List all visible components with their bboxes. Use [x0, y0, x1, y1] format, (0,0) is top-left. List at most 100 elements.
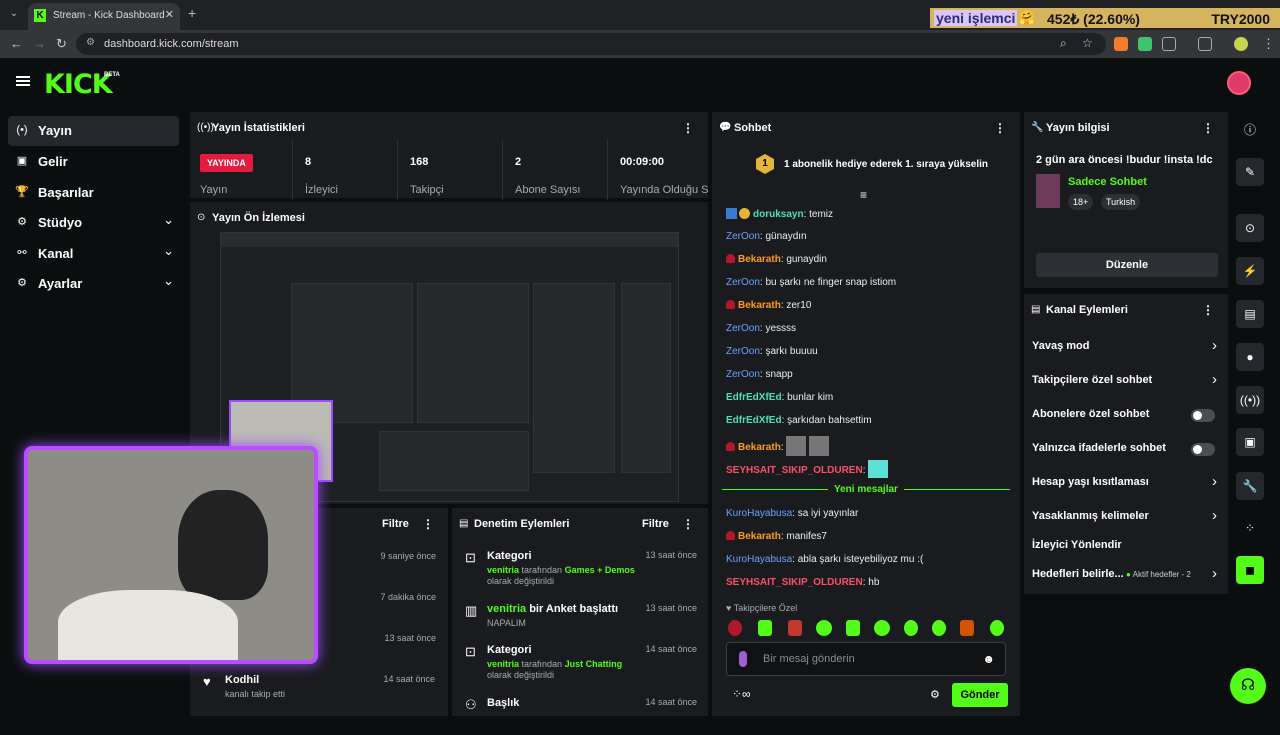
studio-icon: ⚙ — [17, 216, 27, 228]
subscriber-chat-toggle[interactable] — [1191, 409, 1215, 422]
rail-edit[interactable]: ✎ — [1232, 158, 1268, 188]
emoji-icon[interactable]: ☻ — [982, 652, 995, 666]
action-account-age[interactable]: Hesap yaşı kısıtlaması › — [1032, 472, 1217, 494]
more-icon[interactable]: ⋮ — [994, 121, 1006, 135]
close-icon[interactable]: ✕ — [165, 8, 174, 21]
action-raid[interactable]: İzleyici Yönlendir — [1032, 535, 1217, 557]
action-follower-chat[interactable]: Takipçilere özel sohbet › — [1032, 370, 1217, 392]
bookmark-star-icon[interactable]: ☆ — [1082, 36, 1093, 50]
microphone-icon[interactable] — [739, 651, 747, 667]
tab-title: Stream - Kick Dashboard — [53, 10, 165, 21]
sidebar-item-ayarlar[interactable]: ⚙ Ayarlar ⌄ — [8, 269, 179, 299]
emote-icon[interactable] — [846, 620, 860, 636]
document-icon: ▤ — [1031, 304, 1041, 315]
filter-button[interactable]: Filtre — [642, 518, 669, 530]
sidebar-item-studyo[interactable]: ⚙ Stüdyo ⌄ — [8, 208, 179, 238]
action-label: Yasaklanmış kelimeler — [1032, 510, 1149, 522]
address-bar[interactable]: ⚙ dashboard.kick.com/stream ⌕ ☆ — [76, 33, 1106, 55]
sidebar-item-basarilar[interactable]: 🏆 Başarılar — [8, 178, 179, 208]
sidebar-item-kanal[interactable]: ⚯ Kanal ⌄ — [8, 239, 179, 269]
emote-icon[interactable] — [960, 620, 974, 636]
emote-icon[interactable] — [816, 620, 832, 636]
rail-points[interactable]: ⁘ — [1232, 514, 1268, 544]
browser-tab[interactable]: K Stream - Kick Dashboard ✕ — [28, 3, 180, 30]
rail-chat[interactable]: ● — [1232, 343, 1268, 373]
shield-extension-icon[interactable] — [1138, 37, 1152, 51]
extension-icon[interactable] — [1114, 37, 1128, 51]
chat-message: doruksayn: temiz — [726, 208, 833, 220]
sidebar-item-yayin[interactable]: (•) Yayın — [8, 116, 179, 146]
emote-icon[interactable] — [904, 620, 918, 636]
more-icon[interactable]: ⋮ — [682, 517, 694, 531]
forward-icon[interactable]: → — [33, 36, 46, 51]
action-goals[interactable]: Hedefleri belirle... ● Aktif hedefler - … — [1032, 564, 1217, 586]
sidebar-item-gelir[interactable]: ▣ Gelir — [8, 147, 179, 177]
rail-moderation[interactable]: ▤ — [1232, 300, 1268, 330]
site-info-icon[interactable]: ⚙ — [86, 37, 95, 48]
action-slow-mode[interactable]: Yavaş mod › — [1032, 336, 1217, 358]
emote-icon[interactable] — [874, 620, 890, 636]
send-button[interactable]: Gönder — [952, 683, 1008, 707]
rail-stream-info[interactable]: 🔧 — [1232, 472, 1268, 502]
more-icon[interactable]: ⋮ — [1202, 121, 1214, 135]
heart-icon: ♥ — [203, 674, 211, 689]
action-banned-words[interactable]: Yasaklanmış kelimeler › — [1032, 506, 1217, 528]
category-name[interactable]: Sadece Sohbet — [1068, 176, 1147, 188]
emote-icon[interactable] — [990, 620, 1004, 636]
rail-quick-actions[interactable]: ⚡ — [1232, 257, 1268, 287]
more-icon[interactable]: ⋮ — [1202, 303, 1214, 317]
sidebar-item-label: Ayarlar — [38, 276, 83, 291]
pin-collapse-icon[interactable]: ≡ — [860, 188, 867, 202]
reload-icon[interactable]: ↻ — [56, 36, 67, 52]
browser-menu-icon[interactable]: ⋮ — [1262, 36, 1275, 52]
chat-message: KuroHayabusa: abla şarkı isteyebiliyoz m… — [726, 554, 924, 565]
gear-icon: ⚙ — [17, 277, 27, 289]
gear-icon[interactable]: ⚙ — [930, 688, 940, 701]
ticker-pair: TRY2000 — [1211, 11, 1270, 27]
menu-icon[interactable] — [16, 76, 30, 86]
emote-chat-toggle[interactable] — [1191, 443, 1215, 456]
new-tab-icon[interactable]: + — [188, 5, 196, 21]
chat-message: KuroHayabusa: sa iyi yayınlar — [726, 508, 859, 519]
rail-green[interactable]: ◼ — [1232, 556, 1268, 586]
ticker-user: yeni işlemci — [934, 10, 1018, 26]
points-icon: ⁘ — [1244, 521, 1256, 535]
kick-logo[interactable]: KICK — [44, 69, 113, 100]
avatar[interactable] — [1227, 71, 1251, 95]
side-panel-icon[interactable] — [1198, 37, 1212, 51]
rail-info[interactable]: ⓘ — [1232, 116, 1268, 146]
broadcast-icon: ((•)) — [1236, 386, 1264, 414]
zoom-icon[interactable]: ⌕ — [1060, 36, 1067, 51]
back-icon[interactable]: ← — [10, 36, 23, 51]
rail-actions[interactable]: ▣ — [1232, 428, 1268, 458]
emote-icon[interactable] — [788, 620, 802, 636]
chevron-down-icon: ⌄ — [163, 273, 174, 288]
help-icon[interactable]: ☊ — [1230, 668, 1266, 704]
wrench-icon: 🔧 — [1031, 122, 1044, 133]
chat-message: ZerOon: bu şarkı ne finger snap istiom — [726, 277, 897, 288]
chat-input[interactable]: Bir mesaj gönderin ☻ — [726, 642, 1006, 676]
profile-icon[interactable] — [1234, 37, 1248, 51]
panel-title: Sohbet — [734, 122, 772, 134]
rail-broadcast[interactable]: ((•)) — [1232, 386, 1268, 416]
tab-search-icon[interactable]: ⌄ — [6, 5, 22, 23]
gift-badge: 1 — [756, 154, 774, 174]
filter-button[interactable]: Filtre — [382, 518, 409, 530]
puzzle-icon[interactable] — [1162, 37, 1176, 51]
emote-icon[interactable] — [728, 620, 742, 636]
chat-message: EdfrEdXfEd: bunlar kim — [726, 392, 834, 403]
chat-message: Bekarath: — [726, 436, 830, 456]
rail-preview[interactable]: ⊙ — [1232, 214, 1268, 244]
stat-label: Abone Sayısı — [515, 184, 581, 196]
preview-block — [533, 283, 615, 473]
browser-toolbar: ← → ↻ ⚙ dashboard.kick.com/stream ⌕ ☆ ⋮ — [0, 30, 1280, 58]
emote-icon[interactable] — [758, 620, 772, 636]
feed-title: Kategori — [487, 644, 532, 656]
chat-icon: 💬 — [719, 122, 732, 133]
edit-button[interactable]: Düzenle — [1036, 253, 1218, 277]
more-icon[interactable]: ⋮ — [422, 517, 434, 531]
more-icon[interactable]: ⋮ — [682, 121, 694, 135]
emote-icon — [868, 460, 889, 478]
emote-icon[interactable] — [932, 620, 946, 636]
points-icon[interactable]: ⁘∞ — [732, 687, 751, 701]
